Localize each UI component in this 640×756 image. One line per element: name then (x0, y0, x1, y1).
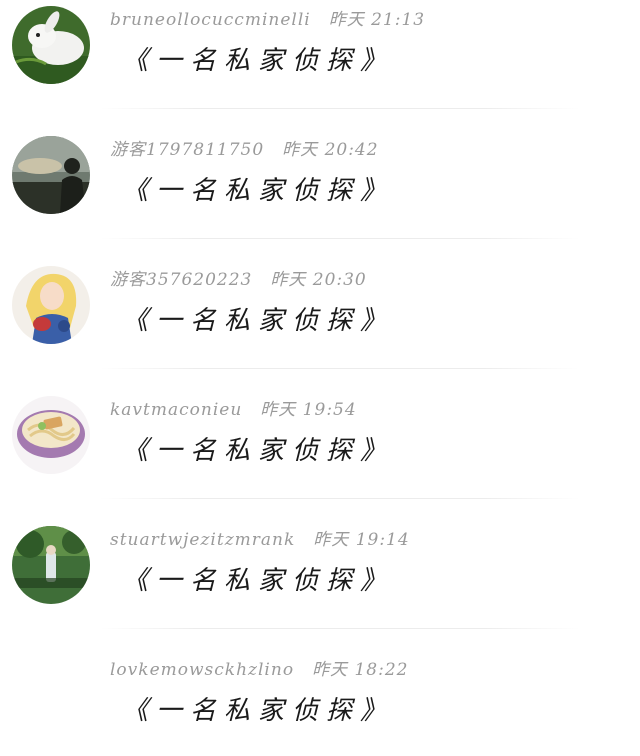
comment-text: 《一名私家侦探》 (122, 176, 395, 206)
comment-time: 昨天 18:22 (312, 660, 409, 680)
username[interactable]: 游客357620223 (110, 270, 252, 290)
comment-text: 《一名私家侦探》 (122, 436, 395, 466)
comment-meta: bruneollocuccminelli 昨天 21:13 (110, 8, 425, 32)
comment-item: stuartwjezitzmrank 昨天 19:14 《一名私家侦探》 (0, 520, 640, 650)
comment-item: kavtmaconieu 昨天 19:54 《一名私家侦探》 (0, 390, 640, 520)
comment-item: bruneollocuccminelli 昨天 21:13 《一名私家侦探》 (0, 0, 640, 130)
divider (100, 498, 580, 499)
comment-item: 游客357620223 昨天 20:30 《一名私家侦探》 (0, 260, 640, 390)
comment-item: lovkemowsckhzlino 昨天 18:22 《一名私家侦探》 (0, 650, 640, 756)
comment-time: 昨天 19:54 (260, 400, 357, 420)
comment-time: 昨天 19:14 (313, 530, 410, 550)
username[interactable]: lovkemowsckhzlino (110, 660, 294, 680)
comment-meta: lovkemowsckhzlino 昨天 18:22 (110, 658, 408, 682)
divider (100, 238, 580, 239)
comment-meta: stuartwjezitzmrank 昨天 19:14 (110, 528, 410, 552)
comment-text: 《一名私家侦探》 (122, 696, 395, 726)
noodle-bowl-avatar-icon[interactable] (12, 396, 90, 474)
comment-meta: kavtmaconieu 昨天 19:54 (110, 398, 357, 422)
comment-time: 昨天 20:42 (282, 140, 379, 160)
username[interactable]: bruneollocuccminelli (110, 10, 311, 30)
username[interactable]: 游客1797811750 (110, 140, 264, 160)
comment-meta: 游客357620223 昨天 20:30 (110, 268, 367, 292)
comment-list: bruneollocuccminelli 昨天 21:13 《一名私家侦探》 游客… (0, 0, 640, 756)
divider (100, 368, 580, 369)
rabbit-avatar-icon[interactable] (12, 6, 90, 84)
comment-time: 昨天 20:30 (270, 270, 367, 290)
divider (100, 628, 580, 629)
username[interactable]: stuartwjezitzmrank (110, 530, 295, 550)
comment-time: 昨天 21:13 (328, 10, 426, 30)
username[interactable]: kavtmaconieu (110, 400, 242, 420)
comment-item: 游客1797811750 昨天 20:42 《一名私家侦探》 (0, 130, 640, 260)
dusk-silhouette-avatar-icon[interactable] (12, 136, 90, 214)
divider (100, 108, 580, 109)
comment-text: 《一名私家侦探》 (122, 46, 395, 76)
green-scene-avatar-icon[interactable] (12, 526, 90, 604)
comment-text: 《一名私家侦探》 (122, 306, 395, 336)
anime-girl-avatar-icon[interactable] (12, 266, 90, 344)
comment-meta: 游客1797811750 昨天 20:42 (110, 138, 379, 162)
comment-text: 《一名私家侦探》 (122, 566, 395, 596)
